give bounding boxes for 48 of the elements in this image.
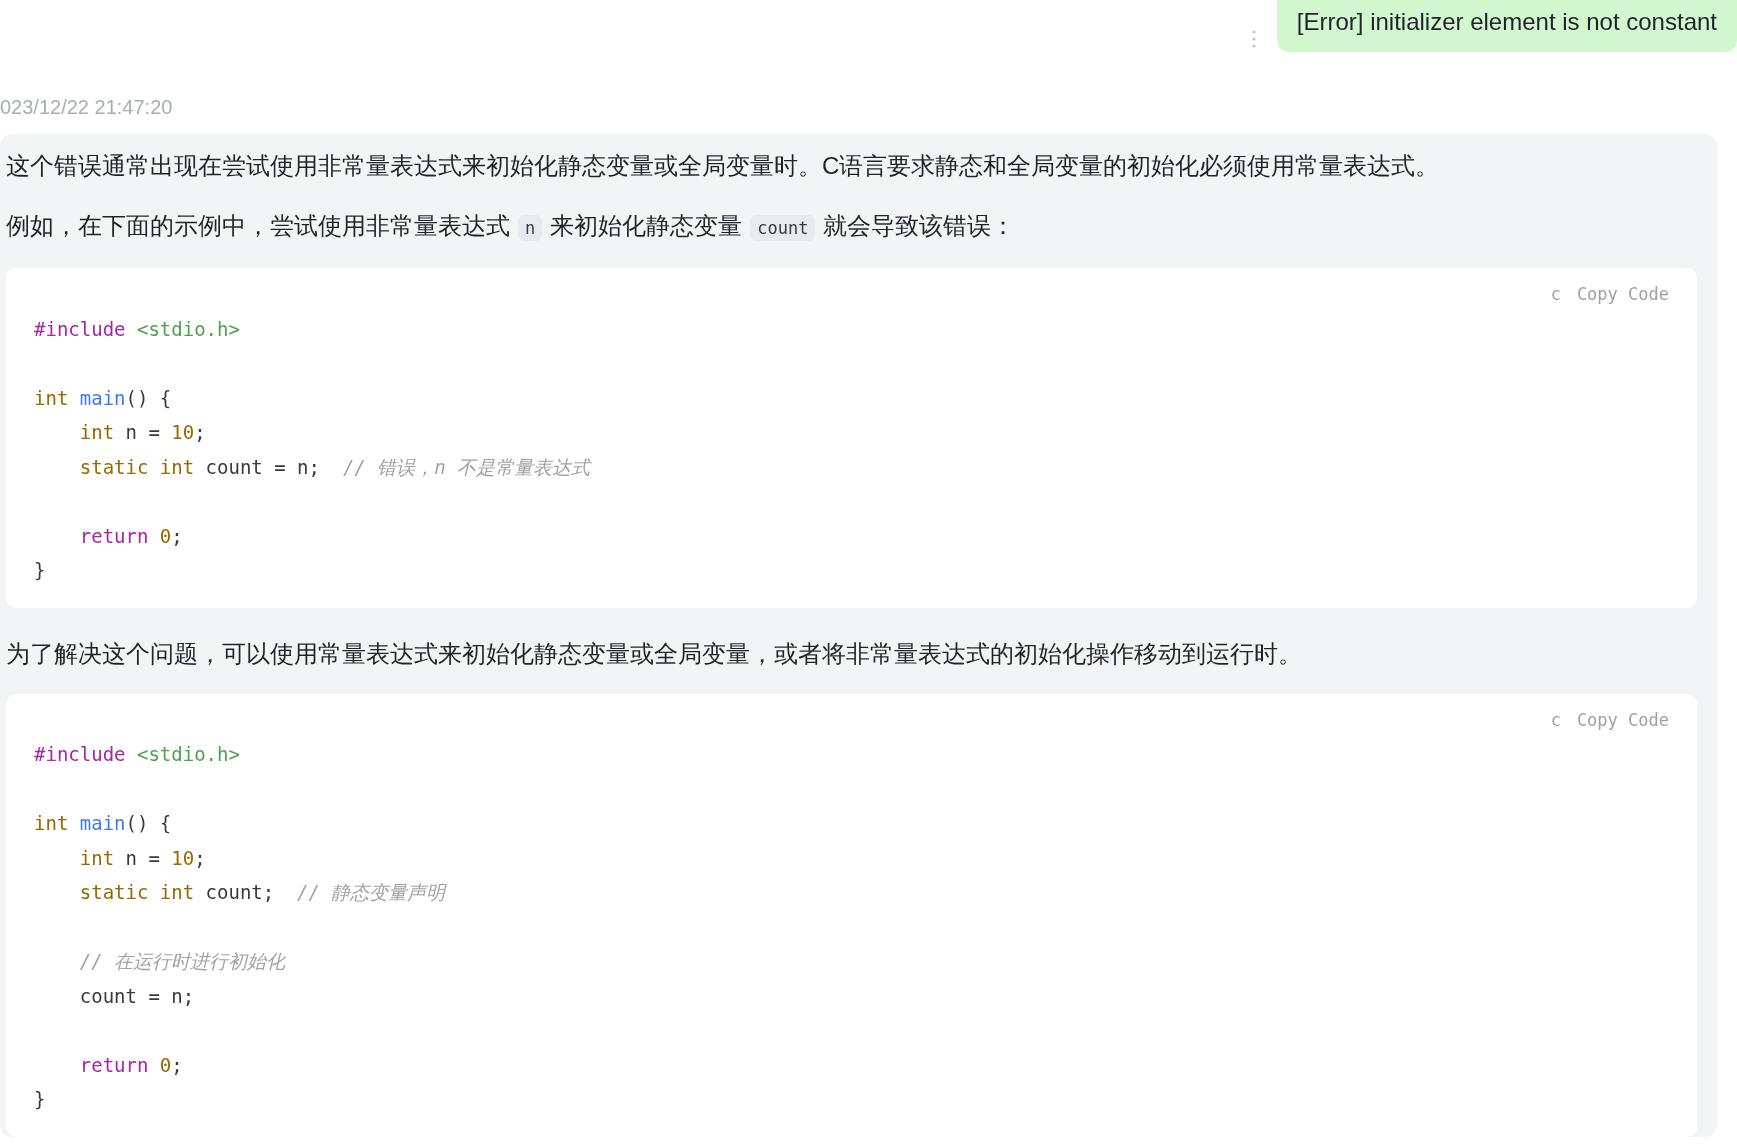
code-token: int — [34, 386, 69, 409]
code-token: n = — [124, 846, 161, 869]
code-token: n = — [124, 421, 161, 443]
code-token: } — [34, 1088, 46, 1110]
code-token: ; — [194, 421, 206, 443]
code-token: ; — [194, 846, 206, 869]
code-token: () { — [125, 812, 172, 834]
language-label: c — [1550, 283, 1561, 306]
code-token: <stdio.h> — [136, 317, 240, 340]
code-token: #include — [34, 743, 126, 765]
code-token: count = n; — [204, 455, 321, 478]
code-token: 0 — [159, 1053, 172, 1076]
code-token: 10 — [171, 846, 195, 869]
code-token: // 错误，n 不是常量表达式 — [342, 455, 591, 478]
code-token: count; — [204, 881, 276, 903]
code-token: ; — [171, 1053, 183, 1076]
code-token: main — [79, 386, 126, 409]
code-token: 0 — [159, 524, 172, 547]
paragraph-text: 为了解决这个问题，可以使用常量表达式来初始化静态变量或全局变量，或者将非常量表达式的初始化操作移动到运行时。 — [6, 639, 1302, 667]
code-token: int — [78, 846, 115, 869]
copy-code-button[interactable]: Copy Code — [1576, 707, 1669, 733]
paragraph-text: 就会导致该错误： — [823, 212, 1016, 239]
code-token: // 在运行时进行初始化 — [78, 950, 286, 972]
inline-code: n — [518, 215, 543, 241]
copy-code-button[interactable]: Copy Code — [1576, 282, 1669, 308]
code-token: main — [79, 812, 126, 834]
code-token: () { — [125, 386, 172, 409]
code-token: ; — [171, 524, 183, 547]
code-token: <stdio.h> — [136, 743, 240, 765]
code-token: return — [78, 524, 149, 547]
code-token: int — [34, 812, 69, 834]
code-token: count = n; — [78, 984, 195, 1007]
code-token: int — [78, 421, 115, 443]
code-token: static int — [78, 455, 195, 478]
paragraph-text: 来初始化静态变量 — [550, 212, 743, 239]
code-token: return — [78, 1053, 149, 1076]
code-token: 10 — [171, 421, 195, 443]
inline-code: count — [750, 215, 816, 241]
timestamp: 023/12/22 21:47:20 — [0, 96, 173, 118]
code-token: } — [34, 559, 46, 581]
code-token: #include — [34, 317, 126, 340]
more-options-icon[interactable] — [1250, 29, 1257, 49]
paragraph-text: 例如，在下面的示例中，尝试使用非常量表达式 — [6, 212, 510, 239]
code-token: // 静态变量声明 — [297, 881, 446, 903]
paragraph-text: 这个错误通常出现在尝试使用非常量表达式来初始化静态变量或全局变量时。C语言要求静态和全局变量的初始化必须使用常量表达式。 — [6, 152, 1440, 179]
language-label: c — [1550, 708, 1561, 732]
user-message: [Error] initializer element is not constant — [1276, 0, 1737, 52]
code-token: static int — [78, 881, 195, 903]
